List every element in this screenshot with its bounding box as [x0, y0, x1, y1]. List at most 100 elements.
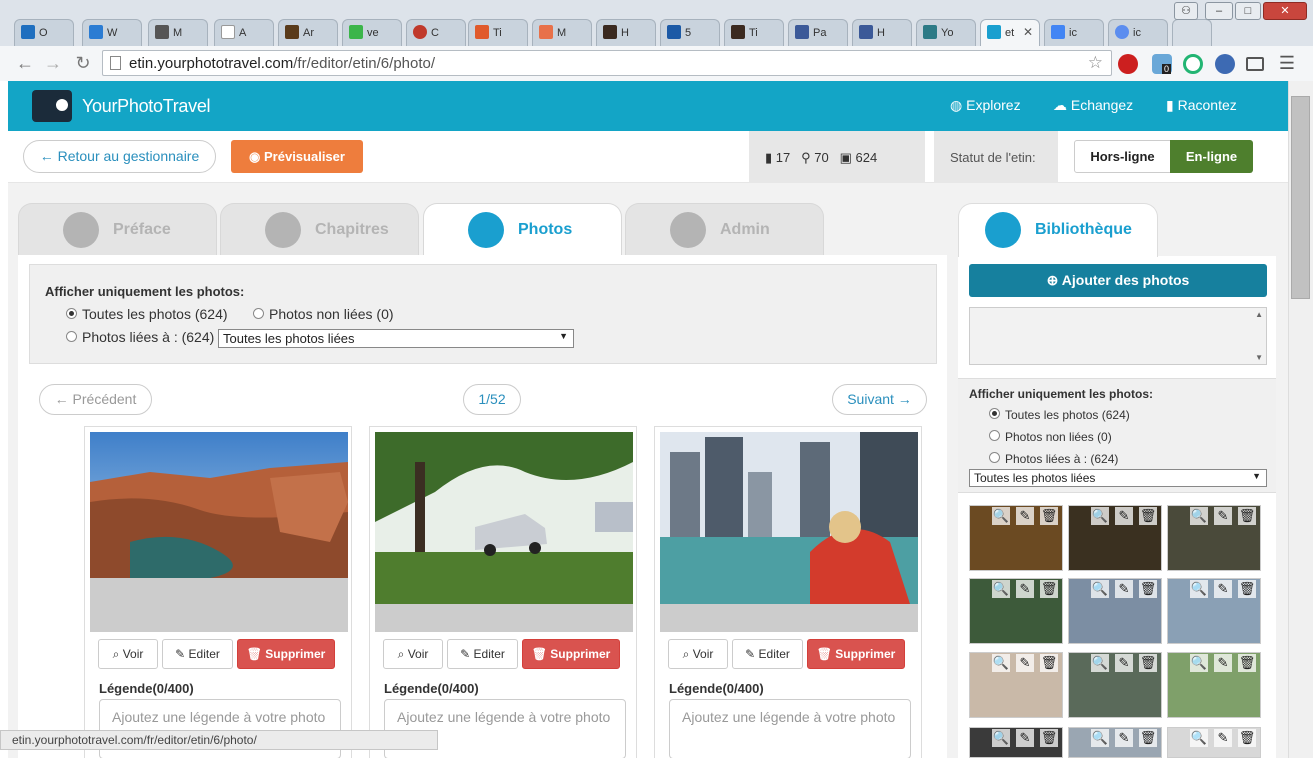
pencil-icon[interactable]: ✎	[1115, 654, 1133, 672]
search-icon[interactable]: 🔍	[992, 729, 1010, 747]
minimize-button[interactable]: –	[1205, 2, 1233, 20]
browser-tab[interactable]: 5	[660, 19, 720, 46]
scroll-down-icon[interactable]: ▼	[1255, 353, 1263, 362]
address-bar[interactable]: etin.yourphototravel.com/fr/editor/etin/…	[102, 50, 1112, 76]
library-linked-select[interactable]: Toutes les photos liées ▼	[969, 469, 1267, 487]
brand-name[interactable]: YourPhotoTravel	[82, 96, 211, 117]
add-photos-button[interactable]: ⊕ Ajouter des photos	[969, 264, 1267, 297]
trash-icon[interactable]: 🗑	[1238, 654, 1256, 672]
browser-tab[interactable]: ve	[342, 19, 402, 46]
next-page-button[interactable]: Suivant →	[832, 384, 927, 415]
scroll-up-icon[interactable]: ▲	[1255, 310, 1263, 319]
trash-icon[interactable]: 🗑	[1238, 729, 1256, 747]
delete-button[interactable]: 🗑 Supprimer	[522, 639, 620, 669]
library-thumbnail[interactable]: 🔍 ✎ 🗑	[969, 578, 1063, 644]
delete-button[interactable]: 🗑 Supprimer	[807, 639, 905, 669]
library-radio-all[interactable]	[989, 408, 1000, 419]
radio-linked-photos[interactable]	[66, 331, 77, 342]
bookmark-star-icon[interactable]: ☆	[1088, 53, 1103, 73]
search-icon[interactable]: 🔍	[1190, 729, 1208, 747]
library-thumbnail[interactable]: 🔍 ✎ 🗑	[1068, 505, 1162, 571]
back-arrow-icon[interactable]: ←	[14, 52, 36, 74]
tab-admin[interactable]: Admin	[625, 203, 824, 255]
library-thumbnail[interactable]: 🔍 ✎ 🗑	[1167, 652, 1261, 718]
browser-tab[interactable]: Pa	[788, 19, 848, 46]
pencil-icon[interactable]: ✎	[1016, 729, 1034, 747]
grammar-icon[interactable]	[1183, 54, 1203, 74]
library-thumbnail[interactable]: 🔍 ✎ 🗑	[969, 652, 1063, 718]
pencil-icon[interactable]: ✎	[1115, 580, 1133, 598]
browser-tab[interactable]: H	[596, 19, 656, 46]
trash-icon[interactable]: 🗑	[1040, 580, 1058, 598]
tab-photos[interactable]: Photos	[423, 203, 622, 256]
nav-exchange[interactable]: ☁ Echangez	[1053, 97, 1133, 114]
forward-arrow-icon[interactable]: →	[42, 52, 64, 74]
search-icon[interactable]: 🔍	[1091, 729, 1109, 747]
previous-page-button[interactable]: ← Précédent	[39, 384, 152, 415]
search-icon[interactable]: 🔍	[1091, 507, 1109, 525]
upload-dropzone[interactable]: ▲ ▼	[969, 307, 1267, 365]
user-icon[interactable]: ⚇	[1174, 2, 1198, 20]
trash-icon[interactable]: 🗑	[1139, 580, 1157, 598]
back-to-manager-button[interactable]: ← Retour au gestionnaire	[23, 140, 216, 173]
trash-icon[interactable]: 🗑	[1238, 580, 1256, 598]
browser-tab[interactable]: Yo	[916, 19, 976, 46]
browser-tab[interactable]: ic	[1108, 19, 1168, 46]
browser-tab[interactable]: Ti	[468, 19, 528, 46]
browser-tab[interactable]: C	[406, 19, 466, 46]
view-button[interactable]: ⌕ Voir	[98, 639, 158, 669]
search-icon[interactable]: 🔍	[992, 580, 1010, 598]
photo-chicago-kayak[interactable]	[660, 432, 918, 632]
search-icon[interactable]: 🔍	[1190, 654, 1208, 672]
trash-icon[interactable]: 🗑	[1040, 654, 1058, 672]
library-thumbnail[interactable]: 🔍 ✎ 🗑	[969, 727, 1063, 758]
pencil-icon[interactable]: ✎	[1016, 507, 1034, 525]
view-button[interactable]: ⌕ Voir	[668, 639, 728, 669]
radio-unlinked-photos[interactable]	[253, 308, 264, 319]
search-icon[interactable]: 🔍	[992, 654, 1010, 672]
pencil-icon[interactable]: ✎	[1016, 580, 1034, 598]
trash-icon[interactable]: 🗑	[1040, 729, 1058, 747]
maximize-button[interactable]: □	[1235, 2, 1261, 20]
pencil-icon[interactable]: ✎	[1115, 729, 1133, 747]
tab-chapters[interactable]: Chapitres	[220, 203, 419, 255]
nav-tell[interactable]: ▮ Racontez	[1166, 97, 1237, 114]
photo-campsite[interactable]	[375, 432, 633, 632]
close-window-button[interactable]: ✕	[1263, 2, 1307, 20]
new-tab-button[interactable]	[1172, 19, 1212, 46]
edit-button[interactable]: ✎ Editer	[447, 639, 518, 669]
cast-icon[interactable]	[1246, 57, 1264, 71]
browser-tab-active[interactable]: et ✕	[980, 19, 1040, 47]
trash-icon[interactable]: 🗑	[1139, 654, 1157, 672]
library-thumbnail[interactable]: 🔍 ✎ 🗑	[1167, 505, 1261, 571]
view-button[interactable]: ⌕ Voir	[383, 639, 443, 669]
reload-icon[interactable]: ↻	[72, 52, 94, 74]
online-button[interactable]: En-ligne	[1170, 140, 1253, 173]
offline-button[interactable]: Hors-ligne	[1074, 140, 1171, 173]
delete-button[interactable]: 🗑 Supprimer	[237, 639, 335, 669]
browser-tab[interactable]: M	[148, 19, 208, 46]
pencil-icon[interactable]: ✎	[1115, 507, 1133, 525]
scrollbar-thumb[interactable]	[1291, 96, 1310, 299]
library-thumbnail[interactable]: 🔍 ✎ 🗑	[1167, 727, 1261, 758]
browser-tab[interactable]: ic	[1044, 19, 1104, 46]
search-icon[interactable]: 🔍	[992, 507, 1010, 525]
extension-icon[interactable]: 0	[1152, 54, 1172, 74]
pencil-icon[interactable]: ✎	[1016, 654, 1034, 672]
legend-textarea[interactable]: Ajoutez une légende à votre photo	[669, 699, 911, 758]
library-thumbnail[interactable]: 🔍 ✎ 🗑	[1068, 652, 1162, 718]
browser-tab[interactable]: O	[14, 19, 74, 46]
browser-tab[interactable]: M	[532, 19, 592, 46]
library-thumbnail[interactable]: 🔍 ✎ 🗑	[1068, 578, 1162, 644]
photo-canyon[interactable]	[90, 432, 348, 632]
globe-icon[interactable]	[1215, 54, 1235, 74]
browser-tab[interactable]: W	[82, 19, 142, 46]
pencil-icon[interactable]: ✎	[1214, 729, 1232, 747]
close-tab-icon[interactable]: ✕	[1023, 25, 1033, 39]
tab-preface[interactable]: Préface	[18, 203, 217, 255]
library-radio-unlinked[interactable]	[989, 430, 1000, 441]
preview-button[interactable]: ◉ Prévisualiser	[231, 140, 363, 173]
pencil-icon[interactable]: ✎	[1214, 654, 1232, 672]
radio-all-photos[interactable]	[66, 308, 77, 319]
pencil-icon[interactable]: ✎	[1214, 507, 1232, 525]
